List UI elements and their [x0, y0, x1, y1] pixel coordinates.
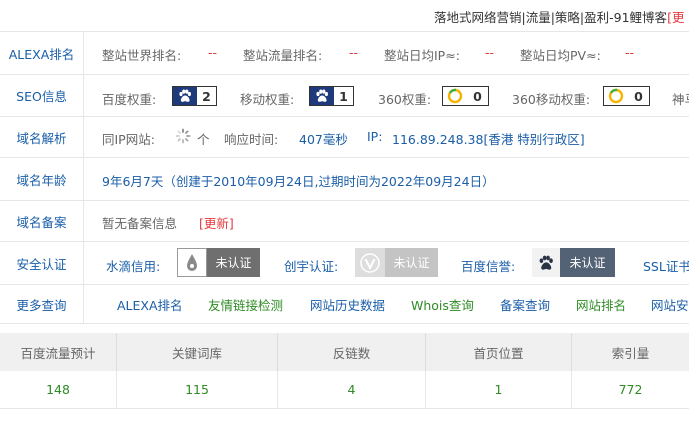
more-queries-label: 更多查询 [0, 285, 84, 323]
link-site-security[interactable]: 网站安 [651, 285, 689, 323]
baidu-credit-badge[interactable]: 未认证 [532, 248, 615, 277]
stats-value-home-position[interactable]: 1 [426, 371, 572, 409]
link-site-history[interactable]: 网站历史数据 [310, 285, 385, 323]
mobile-weight-value: 1 [334, 87, 353, 105]
dns-row: 域名解析 同IP网站: 个 响应时间: 407毫秒 IP: 116.89.248… [0, 117, 689, 158]
baidu-credit-label: 百度信誉: [461, 259, 516, 274]
360-weight-label: 360权重: [378, 92, 432, 107]
stats-header-home-position: 首页位置 [426, 333, 572, 371]
360-mobile-weight-badge[interactable]: 0 [603, 86, 650, 106]
same-ip-label: 同IP网站: [102, 132, 155, 147]
icp-update-link[interactable]: [更新] [199, 213, 234, 232]
360-weight-value: 0 [467, 87, 488, 105]
link-alexa-rank[interactable]: ALEXA排名 [117, 285, 183, 323]
stats-value-baidu-traffic[interactable]: 148 [0, 371, 117, 409]
link-site-rank[interactable]: 网站排名 [576, 285, 626, 323]
loading-spinner-icon [175, 128, 191, 147]
baidu-weight-label: 百度权重: [102, 92, 157, 107]
shuidi-badge-text: 未认证 [215, 256, 252, 270]
water-drop-icon [177, 248, 207, 277]
baidu-paw-icon [532, 248, 560, 277]
baidu-weight-badge[interactable]: 2 [172, 86, 217, 106]
360-logo-icon [604, 87, 628, 105]
shenma-label: 神马 [672, 92, 689, 107]
traffic-rank-value: -- [349, 45, 359, 60]
response-time-label: 响应时间: [224, 132, 279, 147]
stats-value-backlinks[interactable]: 4 [278, 371, 426, 409]
domain-age-value: 9年6月7天（创建于2010年09月24日,过期时间为2022年09月24日） [102, 174, 495, 189]
link-whois[interactable]: Whois查询 [411, 285, 474, 323]
360-logo-icon [443, 87, 467, 105]
security-label: 安全认证 [0, 242, 84, 284]
site-title: 落地式网络营销|流量|策略|盈利-91鲤博客[更 [434, 7, 684, 26]
shuidi-label: 水滴信用: [106, 259, 161, 274]
security-row: 安全认证 水滴信用: 未认证 创宇认证: 未认证 百度信誉: 未认证 SSL证书 [0, 242, 689, 285]
stats-value-keywords[interactable]: 115 [117, 371, 278, 409]
daily-ip-label: 整站日均IP≈: [384, 48, 460, 63]
daily-ip-value: -- [485, 45, 495, 60]
stats-header-keywords: 关键词库 [117, 333, 278, 371]
baidu-credit-badge-text: 未认证 [569, 256, 606, 270]
360-weight-badge[interactable]: 0 [442, 86, 489, 106]
world-rank-value: -- [208, 45, 218, 60]
360-mobile-weight-label: 360移动权重: [512, 92, 591, 107]
ip-value[interactable]: 116.89.248.38[香港 特别行政区] [392, 129, 585, 148]
chuangyu-badge-text: 未认证 [393, 256, 430, 270]
daily-pv-label: 整站日均PV≈: [520, 48, 601, 63]
same-ip-unit: 个 [197, 132, 210, 147]
stats-header-index: 索引量 [572, 333, 689, 371]
update-link[interactable]: [更 [667, 10, 684, 25]
traffic-rank-label: 整站流量排名: [243, 48, 323, 63]
ip-label: IP: [367, 129, 383, 144]
chuangyu-badge[interactable]: 未认证 [355, 248, 438, 277]
dns-label: 域名解析 [0, 117, 84, 157]
daily-pv-value: -- [625, 45, 635, 60]
link-icp-query[interactable]: 备案查询 [500, 285, 550, 323]
ssl-label[interactable]: SSL证书 [643, 256, 689, 275]
chuangyu-label: 创宇认证: [284, 259, 339, 274]
icp-row: 域名备案 暂无备案信息 [更新] [0, 201, 689, 242]
world-rank-label: 整站世界排名: [102, 48, 182, 63]
shield-v-icon [355, 248, 385, 277]
baidu-weight-value: 2 [197, 87, 216, 105]
icp-label: 域名备案 [0, 201, 84, 241]
stats-value-index[interactable]: 772 [572, 371, 689, 409]
link-friend-link-check[interactable]: 友情链接检测 [208, 285, 283, 323]
stats-header-baidu-traffic: 百度流量预计 [0, 333, 117, 371]
response-time-value: 407毫秒 [299, 132, 348, 147]
mobile-weight-badge[interactable]: 1 [309, 86, 354, 106]
alexa-label: ALEXA排名 [0, 32, 84, 74]
baidu-paw-icon [173, 87, 197, 105]
alexa-row: ALEXA排名 整站世界排名: -- 整站流量排名: -- 整站日均IP≈: -… [0, 32, 689, 75]
stats-header-backlinks: 反链数 [278, 333, 426, 371]
mobile-weight-label: 移动权重: [240, 92, 295, 107]
more-queries-row: 更多查询 ALEXA排名 友情链接检测 网站历史数据 Whois查询 备案查询 … [0, 285, 689, 324]
seo-label: SEO信息 [0, 75, 84, 116]
domain-age-row: 域名年龄 9年6月7天（创建于2010年09月24日,过期时间为2022年09月… [0, 158, 689, 201]
site-title-text: 落地式网络营销|流量|策略|盈利-91鲤博客 [434, 10, 668, 25]
site-title-bar: 落地式网络营销|流量|策略|盈利-91鲤博客[更 [0, 0, 689, 32]
baidu-paw-icon [310, 87, 334, 105]
icp-value: 暂无备案信息 [102, 216, 178, 231]
360-mobile-weight-value: 0 [628, 87, 649, 105]
domain-age-label: 域名年龄 [0, 158, 84, 200]
seo-row: SEO信息 百度权重: 2 移动权重: 1 360权重: 0 360移动权重: … [0, 75, 689, 117]
shuidi-badge[interactable]: 未认证 [177, 248, 260, 277]
